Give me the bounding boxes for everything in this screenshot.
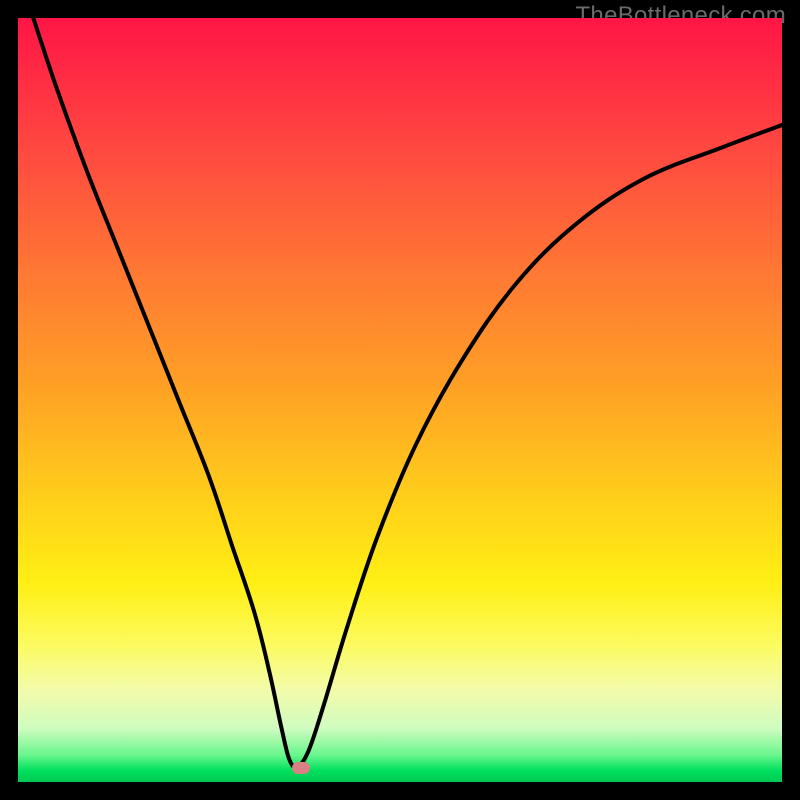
bottleneck-curve-line: [33, 18, 782, 767]
chart-svg: [18, 18, 782, 782]
chart-plot-area: [18, 18, 782, 782]
optimal-point-marker: [292, 762, 310, 774]
